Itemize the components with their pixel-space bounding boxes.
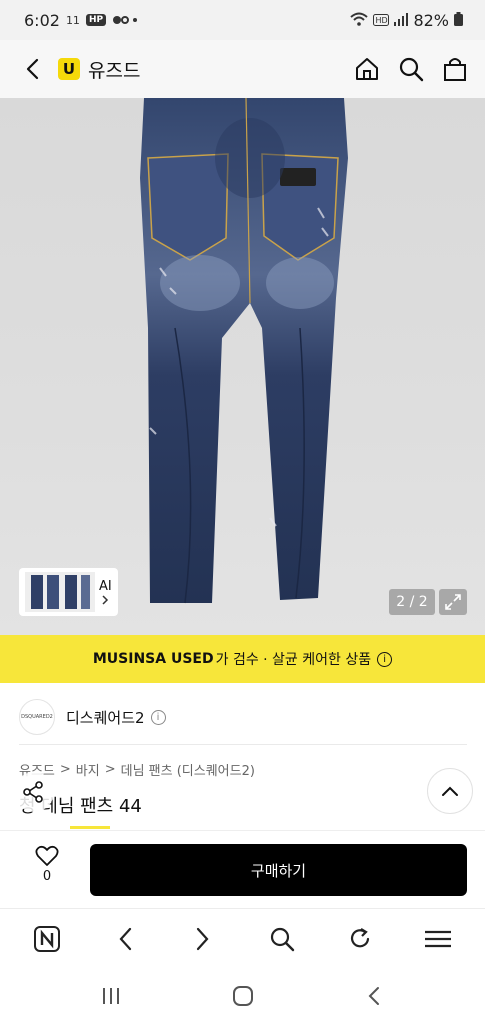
breadcrumb-separator: > <box>104 762 116 777</box>
like-button[interactable]: 0 <box>28 845 66 895</box>
browser-nav <box>0 908 485 968</box>
banner-text: 가 검수 · 살균 케어한 상품 <box>215 652 372 668</box>
chevron-right-icon <box>102 594 109 605</box>
android-nav <box>0 968 485 1024</box>
wifi-icon <box>350 11 369 30</box>
app-header: U 유즈드 <box>0 40 485 98</box>
status-time: 6:02 <box>24 10 60 30</box>
share-icon <box>23 781 43 803</box>
battery-percent: 82% <box>413 10 449 30</box>
status-indicator: 11 <box>65 13 80 27</box>
home-icon[interactable] <box>353 55 381 83</box>
ai-label: AI <box>99 578 112 594</box>
breadcrumb-separator: > <box>59 762 71 777</box>
brand-row-name[interactable]: 디스퀘어드2 <box>66 707 145 728</box>
home-nav-icon[interactable] <box>223 976 263 1016</box>
bag-icon[interactable] <box>441 55 469 83</box>
brand-info-icon[interactable]: i <box>150 709 166 725</box>
menu-icon[interactable] <box>418 919 458 959</box>
share-button[interactable] <box>14 772 54 812</box>
hp-badge: HP <box>85 14 107 26</box>
reload-icon[interactable] <box>340 919 380 959</box>
heart-icon <box>35 845 59 866</box>
ai-thumbnail-button[interactable]: AI <box>99 579 112 606</box>
breadcrumb-item[interactable]: 바지 <box>76 760 100 779</box>
brand-logo[interactable]: U <box>58 58 80 80</box>
product-image[interactable]: AI 2 / 2 <box>0 98 485 635</box>
chevron-up-icon <box>442 786 458 796</box>
notification-dots-icon <box>112 11 138 30</box>
svg-text:HD: HD <box>376 16 388 25</box>
like-count: 0 <box>42 869 52 884</box>
buy-button[interactable]: 구매하기 <box>90 844 467 896</box>
browser-search-icon[interactable] <box>262 919 302 959</box>
page-counter: 2 / 2 <box>389 589 435 615</box>
brand-avatar[interactable]: DSQUARED2 <box>19 699 55 735</box>
buy-bar: 0 구매하기 <box>0 830 485 908</box>
naver-icon[interactable] <box>27 919 67 959</box>
breadcrumb-item[interactable]: 데님 팬츠 (디스퀘어드2) <box>121 760 255 779</box>
back-nav-icon[interactable] <box>354 976 394 1016</box>
tab-indicator <box>70 826 110 829</box>
scroll-top-button[interactable] <box>427 768 473 814</box>
browser-back-icon[interactable] <box>105 919 145 959</box>
thumbnail-strip[interactable]: AI <box>19 568 118 616</box>
musinsa-used-banner[interactable]: MUSINSA USED 가 검수 · 살균 케어한 상품 i <box>0 635 485 683</box>
back-button[interactable] <box>16 53 48 85</box>
hd-icon: HD <box>373 11 390 30</box>
signal-icon <box>394 11 409 30</box>
recents-icon[interactable] <box>91 976 131 1016</box>
status-bar: 6:02 11 HP HD 82% <box>0 0 485 40</box>
browser-forward-icon[interactable] <box>183 919 223 959</box>
info-icon[interactable]: i <box>377 651 393 667</box>
back-icon <box>26 58 39 80</box>
brand-row[interactable]: DSQUARED2 디스퀘어드2 i <box>19 695 467 739</box>
search-icon[interactable] <box>397 55 425 83</box>
battery-icon <box>454 11 463 30</box>
jeans-photo <box>140 98 348 604</box>
expand-icon[interactable] <box>439 589 467 615</box>
thumbnail-image[interactable] <box>25 572 95 612</box>
brand-name[interactable]: 유즈드 <box>88 56 140 83</box>
breadcrumb: 유즈드 > 바지 > 데님 팬츠 (디스퀘어드2) <box>19 760 255 779</box>
banner-brand: MUSINSA USED <box>92 651 214 667</box>
divider <box>19 744 467 745</box>
